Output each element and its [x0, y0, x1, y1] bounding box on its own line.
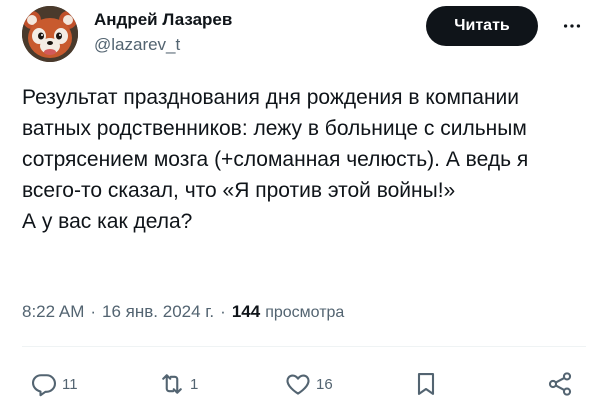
tweet-header: Андрей Лазарев @lazarev_t Читать — [22, 6, 586, 62]
author-display-name[interactable]: Андрей Лазарев — [94, 9, 232, 31]
retweet-icon — [162, 374, 182, 394]
reply-icon — [31, 374, 57, 397]
follow-button[interactable]: Читать — [426, 6, 538, 46]
like-button[interactable]: 16 — [284, 366, 333, 402]
avatar[interactable] — [22, 6, 78, 62]
views-count: 144 — [231, 302, 261, 321]
divider — [22, 346, 586, 347]
retweet-button[interactable]: 1 — [158, 366, 198, 402]
reply-button[interactable]: 11 — [30, 366, 78, 402]
reply-count: 11 — [62, 375, 78, 393]
tweet-date[interactable]: 16 янв. 2024 г. — [102, 302, 214, 322]
meta-separator: · — [220, 302, 226, 321]
red-panda-avatar-image — [22, 6, 78, 62]
more-button[interactable] — [558, 12, 586, 40]
tweet-time[interactable]: 8:22 AM — [22, 302, 84, 322]
tweet-card: Андрей Лазарев @lazarev_t Читать Результ… — [0, 0, 600, 411]
tweet-text: Результат празднования дня рождения в ко… — [22, 86, 529, 233]
heart-icon — [286, 374, 310, 395]
views-label: просмотра — [265, 304, 345, 321]
share-icon — [548, 372, 572, 396]
tweet-meta: 8:22 AM · 16 янв. 2024 г. · 144 просмотр… — [22, 302, 344, 322]
bookmark-button[interactable] — [412, 366, 440, 402]
meta-separator: · — [90, 302, 97, 321]
author-names: Андрей Лазарев @lazarev_t — [94, 9, 232, 56]
retweet-count: 1 — [190, 375, 199, 393]
author-handle[interactable]: @lazarev_t — [94, 34, 232, 56]
more-horizontal-icon — [563, 24, 581, 28]
like-count: 16 — [316, 375, 333, 393]
share-button[interactable] — [546, 366, 574, 402]
bookmark-icon — [417, 373, 435, 395]
action-bar: 11 1 16 — [22, 366, 574, 402]
